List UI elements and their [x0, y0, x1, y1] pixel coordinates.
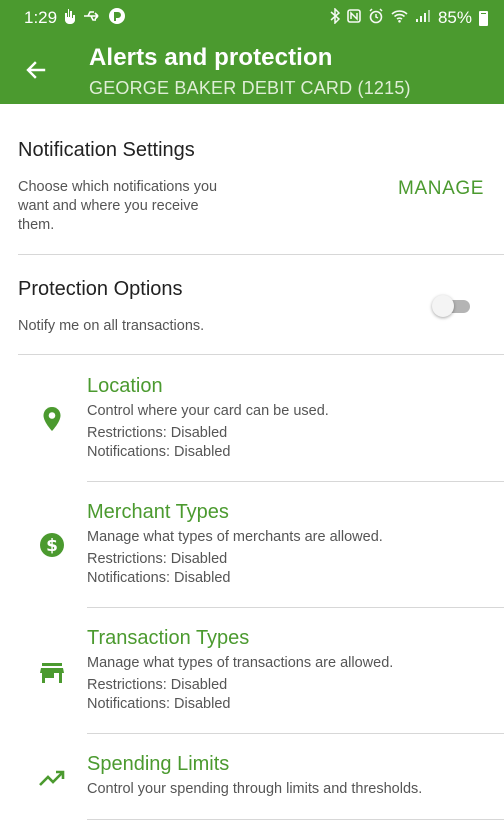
location-pin-icon [39, 406, 65, 432]
battery-icon [479, 10, 488, 26]
nfc-icon [347, 9, 361, 27]
feature-notifications-status: Notifications: Disabled [87, 444, 231, 460]
spending-limits-feature-item[interactable]: Spending Limits Control your spending th… [0, 734, 504, 820]
battery-percent: 85% [437, 8, 472, 27]
manage-button[interactable]: MANAGE [398, 178, 484, 200]
transaction-types-feature-item[interactable]: Transaction Types Manage what types of t… [0, 608, 504, 732]
hand-icon [64, 8, 76, 29]
status-bar: 1:29 85% [0, 0, 504, 36]
back-button[interactable] [18, 52, 54, 88]
notification-description-line: them. [18, 217, 55, 233]
divider [18, 254, 504, 255]
feature-title: Transaction Types [87, 627, 250, 649]
app-icon [108, 7, 126, 30]
page-title: Alerts and protection [89, 44, 333, 71]
feature-title: Merchant Types [87, 501, 229, 523]
back-arrow-icon [26, 61, 46, 79]
status-right: 85% [330, 7, 488, 28]
toggle-thumb [432, 295, 454, 317]
feature-description: Control your spending through limits and… [87, 781, 423, 797]
feature-notifications-status: Notifications: Disabled [87, 696, 231, 712]
svg-text:$: $ [46, 536, 58, 556]
notification-description-line: Choose which notifications you [18, 179, 218, 195]
feature-description: Manage what types of merchants are allow… [87, 529, 383, 545]
feature-description: Control where your card can be used. [87, 403, 329, 419]
alarm-icon [368, 8, 384, 28]
feature-notifications-status: Notifications: Disabled [87, 570, 231, 586]
card-name-subtitle: GEORGE BAKER DEBIT CARD (1215) [89, 78, 411, 98]
location-feature-item[interactable]: Location Control where your card can be … [0, 356, 504, 480]
store-icon [39, 660, 65, 686]
protection-options-heading: Protection Options [18, 278, 183, 300]
status-left: 1:29 [24, 7, 126, 30]
dollar-circle-icon: $ [39, 532, 65, 558]
feature-description: Manage what types of transactions are al… [87, 655, 394, 671]
status-time: 1:29 [24, 8, 58, 27]
feature-restrictions-status: Restrictions: Disabled [87, 551, 228, 567]
divider [18, 354, 504, 355]
feature-title: Spending Limits [87, 753, 230, 775]
bluetooth-icon [330, 7, 341, 28]
notification-description-line: want and where you receive [18, 198, 199, 214]
usb-icon [83, 8, 101, 28]
protection-options-description: Notify me on all transactions. [18, 318, 205, 334]
merchant-types-feature-item[interactable]: $ Merchant Types Manage what types of me… [0, 482, 504, 606]
feature-restrictions-status: Restrictions: Disabled [87, 677, 228, 693]
notify-all-transactions-toggle[interactable] [432, 294, 472, 318]
notification-settings-description: Choose which notifications you want and … [18, 178, 268, 235]
app-bar: Alerts and protection GEORGE BAKER DEBIT… [0, 36, 504, 104]
feature-title: Location [87, 375, 163, 397]
signal-icon [415, 9, 431, 27]
trending-up-icon [39, 765, 65, 791]
feature-restrictions-status: Restrictions: Disabled [87, 425, 228, 441]
divider [87, 819, 504, 820]
notification-settings-heading: Notification Settings [18, 139, 195, 161]
wifi-icon [391, 9, 408, 27]
